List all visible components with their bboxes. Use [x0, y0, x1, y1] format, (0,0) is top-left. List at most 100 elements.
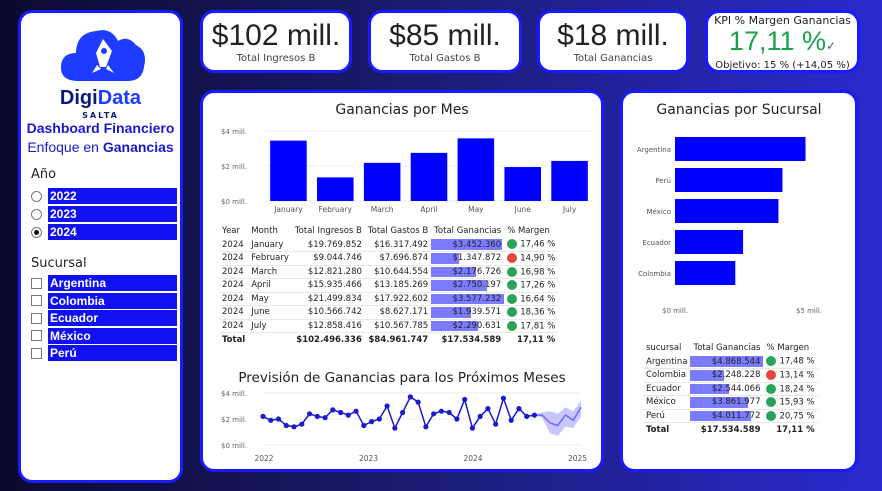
data-point[interactable] — [392, 425, 398, 431]
month-bar[interactable] — [363, 162, 401, 201]
data-point[interactable] — [407, 394, 413, 400]
checkbox[interactable] — [31, 277, 42, 289]
data-point[interactable] — [345, 412, 351, 418]
cell-margen: 20,75 % — [763, 409, 818, 423]
column-header[interactable]: % Margen — [504, 224, 558, 238]
status-green-icon — [766, 383, 777, 394]
status-green-icon — [766, 356, 777, 367]
cell-gas: $17.922.602 — [364, 292, 432, 306]
data-point[interactable] — [275, 416, 282, 422]
data-point[interactable] — [330, 407, 336, 413]
branch-bar[interactable] — [675, 199, 779, 223]
branch-bar[interactable] — [675, 230, 744, 254]
data-point[interactable] — [400, 409, 406, 416]
branch-option-4[interactable]: Perú — [31, 345, 177, 361]
checkbox[interactable] — [31, 330, 42, 341]
data-point[interactable] — [337, 409, 344, 416]
data-point[interactable] — [291, 424, 297, 430]
data-point[interactable] — [508, 417, 514, 423]
data-point[interactable] — [268, 417, 274, 423]
branch-option-3[interactable]: México — [31, 327, 177, 344]
data-point[interactable] — [260, 413, 266, 419]
column-header[interactable]: Month — [248, 224, 292, 238]
year-option-2023[interactable]: 2023 — [31, 206, 177, 222]
month-bar[interactable] — [551, 160, 588, 201]
cell-value: $4.011.772 — [711, 410, 761, 421]
data-point[interactable] — [376, 416, 382, 422]
column-header[interactable]: Year — [219, 224, 248, 238]
cell-margen: 18,36 % — [504, 305, 559, 320]
year-option-2024[interactable]: 2024 — [31, 224, 177, 240]
data-point[interactable] — [462, 396, 468, 403]
cell-margen: 17,48 % — [763, 355, 818, 369]
column-header[interactable]: % Margen — [763, 341, 817, 355]
data-point[interactable] — [500, 395, 507, 401]
table-row: 2024 January $19.769.852 $16.317.492 $3.452.… — [219, 238, 559, 252]
column-header[interactable]: Total Ganancias — [690, 341, 763, 355]
branch-option-2[interactable]: Ecuador — [31, 310, 177, 326]
data-point[interactable] — [431, 411, 437, 417]
branch-option-label: México — [48, 327, 177, 344]
data-point[interactable] — [485, 406, 491, 412]
month-bar[interactable] — [504, 167, 541, 201]
cell-year: 2024 — [219, 238, 249, 252]
data-point[interactable] — [438, 408, 444, 414]
data-point[interactable] — [283, 422, 289, 429]
checkbox[interactable] — [31, 347, 42, 359]
checkbox[interactable] — [31, 295, 42, 306]
data-point[interactable] — [477, 413, 483, 419]
data-point[interactable] — [531, 412, 538, 418]
data-point[interactable] — [299, 421, 305, 427]
data-point[interactable] — [493, 421, 499, 427]
checkbox[interactable] — [31, 312, 42, 324]
data-point[interactable] — [322, 415, 328, 421]
year-option-label: 2022 — [48, 188, 177, 204]
data-point[interactable] — [524, 413, 530, 419]
radio-button[interactable] — [31, 190, 42, 202]
logo-wordmark: DigiData — [21, 87, 180, 110]
radio-button[interactable] — [31, 226, 42, 238]
column-header[interactable]: Total Gastos B — [365, 224, 431, 238]
data-point[interactable] — [454, 416, 460, 422]
branch-option-1[interactable]: Colombia — [31, 292, 177, 309]
data-point[interactable] — [306, 411, 313, 417]
month-bar[interactable] — [317, 177, 354, 201]
data-point[interactable] — [368, 419, 375, 425]
branch-slicer-label: Sucursal — [31, 256, 87, 271]
monthly-bar-chart[interactable]: $0 mill. $2 mill. $4 mill. January February M… — [203, 121, 601, 241]
total-gan: $17.534.589 — [441, 334, 502, 345]
data-point[interactable] — [384, 403, 390, 409]
month-bar[interactable] — [410, 152, 448, 201]
month-bar[interactable] — [270, 140, 307, 201]
data-point[interactable] — [361, 422, 367, 429]
branch-bar[interactable] — [675, 168, 783, 192]
table-row: Argentina $4.868.544 17,48 % — [643, 355, 818, 369]
cell-gas: $10.644.554 — [364, 265, 432, 279]
branch-option-0[interactable]: Argentina — [31, 275, 177, 291]
forecast-line-chart[interactable]: $0 mill. $2 mill. $4 mill. 2022 2023 2024 2025 — [203, 389, 601, 469]
cell-value: 18,36 % — [520, 307, 556, 318]
y-tick-label: $4 mill. — [221, 390, 247, 398]
data-point[interactable] — [423, 424, 429, 430]
data-point[interactable] — [516, 406, 522, 412]
column-header[interactable]: Total Ingresos B — [292, 224, 365, 238]
cell-ganancias: $4.011.772 — [690, 409, 764, 423]
data-point[interactable] — [314, 413, 320, 419]
year-option-2022[interactable]: 2022 — [31, 188, 177, 204]
data-point[interactable] — [446, 409, 452, 416]
data-point[interactable] — [469, 425, 476, 431]
cell-ganancias: $2.248.228 — [690, 368, 764, 383]
branch-bar[interactable] — [675, 261, 736, 285]
radio-button[interactable] — [31, 208, 42, 220]
table-row: 2024 July $12.858.416 $10.567.785 $2.290.631… — [219, 319, 559, 333]
data-point[interactable] — [415, 399, 421, 405]
cell-gas: $8.627.171 — [364, 305, 432, 320]
branch-bar[interactable] — [675, 137, 806, 161]
column-header[interactable]: sucursal — [643, 341, 690, 355]
cell-month: June — [248, 305, 292, 320]
branch-bar-chart[interactable]: Argentina Perú México Ecuador Colombia $0 mil… — [623, 123, 855, 323]
data-point[interactable] — [353, 408, 359, 414]
cell-margen: 17,81 % — [504, 319, 559, 333]
column-header[interactable]: Total Ganancias — [431, 224, 504, 238]
month-bar[interactable] — [457, 138, 495, 201]
